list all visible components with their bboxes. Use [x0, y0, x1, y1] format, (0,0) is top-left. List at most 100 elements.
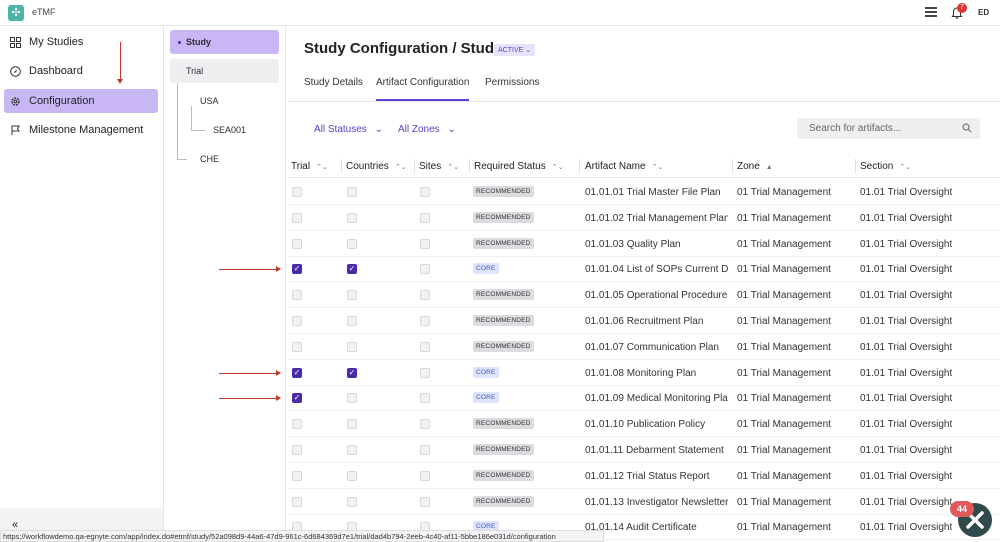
zone-cell: 01 Trial Management: [737, 367, 831, 379]
trial-checkbox[interactable]: [292, 496, 302, 507]
countries-checkbox[interactable]: [347, 290, 357, 301]
zone-filter-dropdown[interactable]: All Zones ⌄: [398, 124, 456, 135]
zone-cell: 01 Trial Management: [737, 341, 831, 353]
annotation-arrow: [219, 395, 281, 401]
nav-item-milestone-management[interactable]: Milestone Management: [4, 118, 158, 142]
sites-checkbox[interactable]: [420, 316, 430, 326]
sites-checkbox[interactable]: [420, 496, 430, 507]
trial-checkbox[interactable]: [292, 419, 302, 430]
artifact-name[interactable]: 01.01.01 Trial Master File Plan: [585, 187, 728, 198]
sites-checkbox[interactable]: [420, 470, 430, 481]
countries-checkbox[interactable]: [347, 212, 357, 223]
tree-node-che[interactable]: CHE: [200, 154, 219, 164]
tab-study-details[interactable]: Study Details: [304, 77, 363, 101]
tree-node-sea001[interactable]: SEA001: [213, 125, 246, 135]
trial-checkbox[interactable]: ✓: [292, 264, 302, 275]
column-header-zone[interactable]: Zone ▲: [737, 161, 773, 172]
tab-permissions[interactable]: Permissions: [485, 77, 539, 101]
trial-checkbox[interactable]: [292, 445, 302, 455]
trial-checkbox[interactable]: [292, 290, 302, 301]
sites-checkbox[interactable]: [420, 445, 430, 455]
artifact-name[interactable]: 01.01.05 Operational Procedure...: [585, 290, 728, 301]
artifact-name[interactable]: 01.01.02 Trial Management Plan: [585, 213, 728, 224]
countries-checkbox[interactable]: [347, 187, 357, 197]
column-header-artifact-name[interactable]: Artifact Name ⌃⌄: [585, 161, 663, 172]
annotation-arrow: [219, 370, 281, 376]
tree-node-usa[interactable]: USA: [200, 96, 219, 106]
annotation-arrow: [117, 42, 123, 84]
top-bar: ✣ eTMF 7 ED: [0, 0, 1000, 26]
menu-icon[interactable]: [925, 7, 937, 19]
trial-checkbox[interactable]: [292, 187, 302, 197]
artifact-name[interactable]: 01.01.10 Publication Policy: [585, 419, 728, 430]
status-badge[interactable]: ACTIVE ⌄: [494, 44, 536, 56]
tab-artifact-configuration[interactable]: Artifact Configuration: [376, 77, 470, 101]
required-status-badge: RECOMMENDED: [473, 469, 534, 481]
zone-cell: 01 Trial Management: [737, 522, 831, 534]
artifact-name[interactable]: 01.01.09 Medical Monitoring Plan: [585, 393, 728, 404]
trial-checkbox[interactable]: ✓: [292, 367, 302, 378]
column-header-trial[interactable]: Trial ⌃⌄: [291, 161, 328, 172]
artifact-name[interactable]: 01.01.03 Quality Plan: [585, 239, 728, 250]
countries-checkbox[interactable]: [347, 445, 357, 455]
search-icon[interactable]: [962, 123, 972, 133]
countries-checkbox[interactable]: ✓: [347, 264, 357, 275]
sites-checkbox[interactable]: [420, 212, 430, 223]
column-header-countries[interactable]: Countries ⌃⌄: [346, 161, 407, 172]
tree-node-trial[interactable]: Trial: [170, 59, 279, 83]
countries-checkbox[interactable]: ✓: [347, 367, 357, 378]
countries-checkbox[interactable]: [347, 393, 357, 404]
countries-checkbox[interactable]: [347, 238, 357, 249]
sites-checkbox[interactable]: [420, 419, 430, 430]
zone-cell: 01 Trial Management: [737, 445, 831, 456]
artifact-name[interactable]: 01.01.06 Recruitment Plan: [585, 316, 728, 327]
sites-checkbox[interactable]: [420, 341, 430, 352]
nav-item-dashboard[interactable]: Dashboard: [4, 59, 158, 83]
required-status-badge: RECOMMENDED: [473, 495, 534, 507]
tree-line: [191, 106, 192, 131]
artifact-name[interactable]: 01.01.13 Investigator Newsletter: [585, 497, 728, 508]
artifact-name[interactable]: 01.01.04 List of SOPs Current D...: [585, 264, 728, 275]
trial-checkbox[interactable]: [292, 316, 302, 326]
trial-checkbox[interactable]: [292, 341, 302, 352]
sites-checkbox[interactable]: [420, 393, 430, 404]
sites-checkbox[interactable]: [420, 367, 430, 378]
column-header-required-status[interactable]: Required Status ⌃⌄: [474, 161, 563, 172]
artifact-name[interactable]: 01.01.12 Trial Status Report: [585, 471, 728, 482]
column-header-sites[interactable]: Sites ⌃⌄: [419, 161, 459, 172]
artifact-name[interactable]: 01.01.08 Monitoring Plan: [585, 368, 728, 379]
search-input[interactable]: [797, 118, 947, 139]
trial-checkbox[interactable]: ✓: [292, 393, 302, 404]
table-row: RECOMMENDED 01.01.06 Recruitment Plan 01 T…: [287, 308, 1000, 334]
chevron-down-icon: ⌄: [447, 124, 456, 135]
countries-checkbox[interactable]: [347, 496, 357, 507]
tree-node-study[interactable]: Study: [170, 30, 279, 54]
status-filter-dropdown[interactable]: All Statuses ⌄: [314, 124, 383, 135]
countries-checkbox[interactable]: [347, 316, 357, 326]
user-avatar[interactable]: ED: [978, 8, 989, 17]
artifact-name[interactable]: 01.01.07 Communication Plan: [585, 342, 728, 353]
trial-checkbox[interactable]: [292, 470, 302, 481]
app-logo-icon[interactable]: ✣: [8, 5, 24, 21]
trial-checkbox[interactable]: [292, 212, 302, 223]
zone-cell: 01 Trial Management: [737, 419, 831, 431]
countries-checkbox[interactable]: [347, 470, 357, 481]
sites-checkbox[interactable]: [420, 238, 430, 249]
sites-checkbox[interactable]: [420, 187, 430, 197]
nav-item-my-studies[interactable]: My Studies: [4, 30, 158, 54]
chat-badge: 44: [950, 501, 974, 517]
column-header-section[interactable]: Section ⌃⌄: [860, 161, 911, 172]
artifact-name[interactable]: 01.01.11 Debarment Statement: [585, 445, 728, 456]
table-row: ✓ ✓ CORE 01.01.04 List of SOPs Current D...…: [287, 256, 1000, 283]
artifact-name[interactable]: 01.01.14 Audit Certificate: [585, 522, 728, 533]
countries-checkbox[interactable]: [347, 341, 357, 352]
nav-item-configuration[interactable]: Configuration: [4, 89, 158, 113]
tab-bar: Study Details Artifact Configuration Per…: [287, 74, 1000, 102]
section-cell: 01.01 Trial Oversight: [860, 419, 953, 431]
sites-checkbox[interactable]: [420, 264, 430, 275]
trial-checkbox[interactable]: [292, 238, 302, 249]
sites-checkbox[interactable]: [420, 290, 430, 301]
column-divider: [855, 159, 856, 173]
countries-checkbox[interactable]: [347, 419, 357, 430]
artifact-search: [797, 118, 980, 139]
